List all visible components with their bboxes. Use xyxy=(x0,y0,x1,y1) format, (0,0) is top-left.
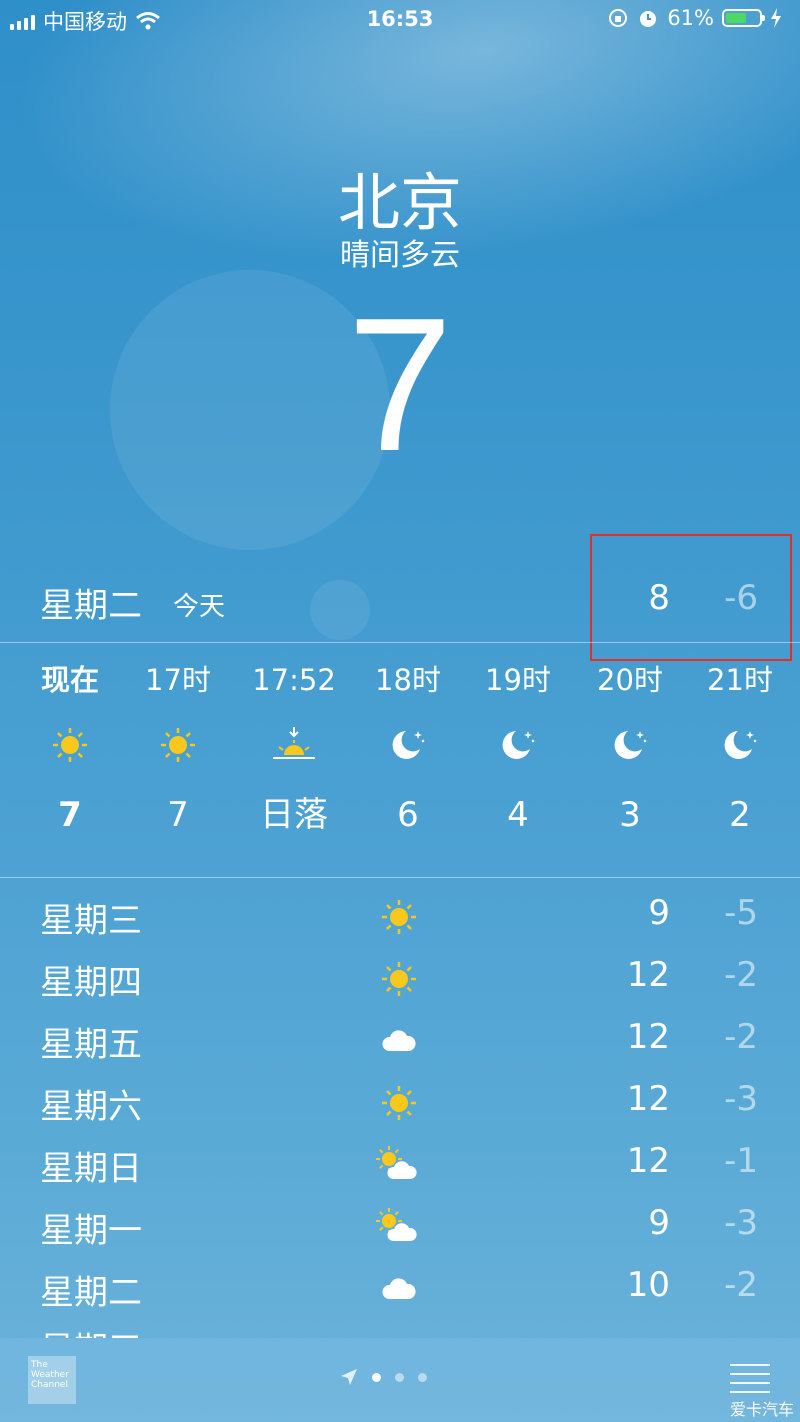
hourly-time: 19时 xyxy=(485,663,551,697)
partial-day: 星期三 xyxy=(40,1326,142,1338)
bottom-toolbar: The Weather Channel xyxy=(0,1338,800,1422)
daily-low: -1 xyxy=(724,1141,758,1181)
weather-channel-logo[interactable]: The Weather Channel xyxy=(28,1356,76,1404)
moon-icon xyxy=(463,705,573,785)
daily-low: -3 xyxy=(724,1203,758,1243)
daily-day: 星期四 xyxy=(40,963,142,1003)
sun-icon xyxy=(374,895,424,939)
hourly-item: 现在 7 xyxy=(15,655,125,845)
daily-row: 星期四 12 -2 xyxy=(0,947,800,1009)
page-indicator[interactable] xyxy=(340,1368,427,1386)
daily-low: -2 xyxy=(724,955,758,995)
partly-cloudy-icon xyxy=(374,1143,424,1187)
page-dot[interactable] xyxy=(395,1372,404,1382)
city-list-icon[interactable] xyxy=(730,1364,770,1400)
hourly-temp: 7 xyxy=(167,795,189,835)
hourly-time: 17:52 xyxy=(252,663,336,697)
divider xyxy=(0,642,800,643)
hourly-temp: 日落 xyxy=(260,795,328,835)
daily-row: 星期一 9 -3 xyxy=(0,1195,800,1257)
partly-cloudy-icon xyxy=(374,1205,424,1249)
hourly-time: 18时 xyxy=(375,663,441,697)
hourly-time: 现在 xyxy=(40,663,99,697)
daily-low: -3 xyxy=(724,1079,758,1119)
moon-icon xyxy=(685,705,795,785)
daily-day: 星期六 xyxy=(40,1087,142,1127)
daily-low: -2 xyxy=(724,1265,758,1305)
divider xyxy=(0,877,800,878)
cloud-icon xyxy=(374,1267,424,1311)
moon-icon xyxy=(353,705,463,785)
daily-high: 12 xyxy=(626,1017,670,1057)
hourly-item: 17:52 日落 xyxy=(239,655,349,845)
hourly-temp: 4 xyxy=(507,795,529,835)
alarm-icon xyxy=(640,11,657,27)
daily-day: 星期五 xyxy=(40,1025,142,1065)
daily-high: 10 xyxy=(626,1265,670,1305)
weather-condition: 晴间多云 xyxy=(340,238,460,273)
sun-icon xyxy=(15,705,125,785)
daily-low: -5 xyxy=(724,893,758,933)
watermark: 爱卡汽车 xyxy=(729,1400,794,1419)
battery-percent: 61% xyxy=(667,6,714,30)
daily-day: 星期二 xyxy=(40,1273,142,1313)
sun-icon xyxy=(123,705,233,785)
daily-high: 9 xyxy=(648,1203,670,1243)
page-dot[interactable] xyxy=(418,1372,427,1382)
hourly-item: 21时 2 xyxy=(685,655,795,845)
hourly-item: 19时 4 xyxy=(463,655,573,845)
daily-row: 星期六 12 -3 xyxy=(0,1071,800,1133)
daily-day: 星期一 xyxy=(40,1211,142,1251)
hourly-temp: 6 xyxy=(397,795,419,835)
daily-low: -2 xyxy=(724,1017,758,1057)
current-temperature: 7 xyxy=(347,279,453,491)
status-bar: 中国移动 16:53 61% xyxy=(0,0,800,40)
daily-day: 星期日 xyxy=(40,1149,142,1189)
hourly-time: 17时 xyxy=(145,663,211,697)
hourly-forecast[interactable]: 现在 7 17时 7 17:52 日落 18时 6 19时 4 20时 3 21… xyxy=(0,655,800,875)
daily-high: 12 xyxy=(626,1079,670,1119)
daily-row: 星期二 10 -2 xyxy=(0,1257,800,1319)
partial-daily-row: 星期三 xyxy=(0,1326,800,1338)
today-day: 星期二 xyxy=(40,586,142,626)
hourly-item: 20时 3 xyxy=(575,655,685,845)
daily-day: 星期三 xyxy=(40,901,142,941)
daily-forecast[interactable]: 星期三 9 -5 星期四 12 -2 星期五 12 -2 星期六 12 -3 星… xyxy=(0,885,800,1319)
cloud-icon xyxy=(374,1019,424,1063)
rotation-lock-icon xyxy=(609,9,628,27)
daily-high: 12 xyxy=(626,1141,670,1181)
hourly-temp: 3 xyxy=(619,795,641,835)
sun-icon xyxy=(374,957,424,1001)
daily-row: 星期五 12 -2 xyxy=(0,1009,800,1071)
daily-row: 星期三 9 -5 xyxy=(0,885,800,947)
city-name: 北京 xyxy=(337,166,462,239)
battery-icon xyxy=(722,9,765,27)
sun-icon xyxy=(374,1081,424,1125)
hourly-time: 21时 xyxy=(707,663,773,697)
hourly-time: 20时 xyxy=(597,663,663,697)
hourly-temp: 7 xyxy=(58,795,82,835)
charging-icon xyxy=(771,8,781,28)
moon-icon xyxy=(575,705,685,785)
page-dot[interactable] xyxy=(372,1372,381,1382)
hourly-item: 18时 6 xyxy=(353,655,463,845)
location-arrow-icon xyxy=(341,1369,357,1385)
hourly-temp: 2 xyxy=(729,795,751,835)
sunset-icon xyxy=(239,705,349,785)
daily-row: 星期日 12 -1 xyxy=(0,1133,800,1195)
daily-high: 12 xyxy=(626,955,670,995)
daily-high: 9 xyxy=(648,893,670,933)
today-tag: 今天 xyxy=(173,592,226,622)
hourly-item: 17时 7 xyxy=(123,655,233,845)
